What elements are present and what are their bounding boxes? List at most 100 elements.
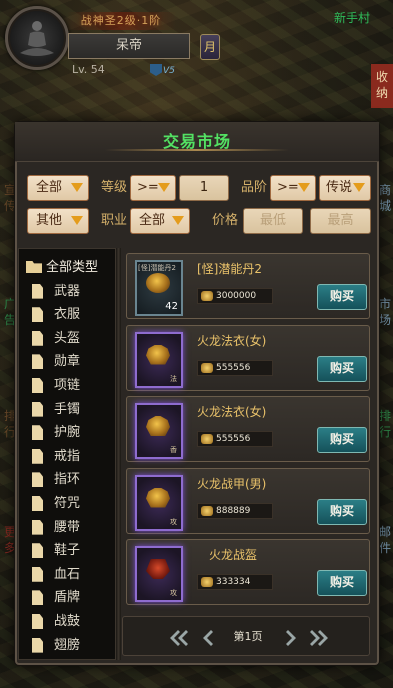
category-label: 腰带 — [54, 519, 81, 535]
buy-button[interactable]: 购买 — [317, 427, 367, 453]
buy-button[interactable]: 购买 — [317, 498, 367, 525]
file-icon — [32, 566, 43, 582]
job-filter-dropdown[interactable]: 全部 — [130, 208, 190, 234]
job-filter-value: 全部 — [139, 213, 166, 228]
file-icon — [32, 378, 43, 393]
category-item[interactable]: 武器 — [26, 282, 116, 302]
category-item[interactable]: 项链 — [26, 376, 116, 396]
chevron-left-icon — [203, 630, 213, 646]
armor-icon — [146, 416, 170, 436]
dropdown-arrow-icon — [298, 183, 310, 192]
file-icon — [32, 637, 43, 653]
price-min-input[interactable]: 最低 — [243, 208, 303, 234]
slot-tag: [怪]潜能丹2 — [138, 264, 176, 272]
double-chevron-left-icon — [170, 630, 188, 646]
side-label-right-2[interactable]: 市场 — [378, 296, 392, 328]
category-item[interactable]: 符咒 — [26, 494, 116, 514]
item-mark: 香 — [170, 446, 177, 454]
item-name: 火龙法衣(女) — [197, 405, 267, 419]
item-name: [怪]潜能丹2 — [197, 262, 262, 276]
quality-value-dropdown[interactable]: 传说 — [319, 175, 371, 201]
folder-icon — [26, 261, 42, 273]
bag-button[interactable]: 月 — [200, 34, 220, 60]
item-slot[interactable]: 香 — [135, 403, 183, 459]
gold-coin-icon — [201, 434, 213, 444]
armor-icon — [146, 487, 170, 508]
other-filter-dropdown[interactable]: 其他 — [27, 208, 89, 234]
file-icon — [32, 543, 43, 559]
price-label: 价格 — [212, 213, 239, 228]
category-label: 手镯 — [54, 401, 81, 417]
dropdown-arrow-icon — [353, 183, 365, 192]
title-underline — [105, 149, 289, 151]
item-slot[interactable]: 攻 — [135, 474, 183, 531]
category-item[interactable]: 手镯 — [26, 400, 116, 420]
title-badge: 战神圣2级·1阶 — [66, 12, 176, 30]
pagination-bar: 第1页 — [122, 616, 370, 656]
dropdown-arrow-icon — [172, 216, 184, 225]
dropdown-arrow-icon — [158, 183, 170, 192]
first-page-button[interactable] — [167, 627, 189, 649]
category-item[interactable]: 头盔 — [26, 329, 116, 349]
category-item[interactable]: 护腕 — [26, 423, 116, 443]
category-label: 头盔 — [54, 330, 81, 346]
market-item-card: 攻 火龙战甲(男) 888889 购买 — [126, 467, 370, 534]
level-operator-value: >= — [137, 180, 159, 195]
side-label-right-1[interactable]: 商城 — [378, 182, 392, 214]
category-label: 武器 — [54, 283, 81, 299]
gold-coin-icon — [201, 577, 213, 587]
category-item[interactable]: 腰带 — [26, 518, 116, 538]
type-filter-dropdown[interactable]: 全部 — [27, 175, 89, 201]
category-item[interactable]: 盾牌 — [26, 588, 116, 608]
item-name: 火龙法衣(女) — [197, 333, 267, 348]
category-item[interactable]: 戒指 — [26, 447, 116, 467]
quality-label: 品阶 — [241, 180, 268, 195]
buy-button[interactable]: 购买 — [317, 284, 367, 310]
collapse-tab[interactable]: 收纳 — [371, 64, 393, 108]
quality-operator-dropdown[interactable]: >= — [270, 175, 316, 201]
level-operator-dropdown[interactable]: >= — [130, 175, 176, 201]
price-max-input[interactable]: 最高 — [310, 208, 371, 234]
item-slot[interactable]: 攻 — [135, 546, 183, 602]
side-label-right-4[interactable]: 邮件 — [378, 524, 392, 556]
category-item[interactable]: 翅膀 — [26, 636, 116, 656]
category-label: 符咒 — [54, 496, 81, 511]
buy-button[interactable]: 购买 — [317, 355, 367, 382]
category-label: 血石 — [54, 566, 81, 582]
last-page-button[interactable] — [309, 627, 331, 649]
category-item[interactable]: 血石 — [26, 565, 116, 585]
side-label-right-3[interactable]: 排行 — [378, 408, 392, 440]
category-label: 戒指 — [54, 448, 81, 464]
gold-coin-icon — [201, 291, 213, 301]
collapse-tab-label: 收纳 — [375, 70, 388, 100]
item-slot[interactable]: 法 — [135, 331, 183, 388]
item-price: 888889 — [197, 502, 273, 519]
category-item[interactable]: 衣服 — [26, 305, 116, 325]
category-label: 全部类型 — [46, 260, 99, 275]
next-page-button[interactable] — [280, 627, 302, 649]
market-title: 交易市场 — [162, 132, 231, 151]
item-price: 555556 — [197, 359, 273, 376]
category-item[interactable]: 勋章 — [26, 352, 116, 372]
player-level: Lv. 54 — [72, 63, 105, 76]
file-icon — [32, 496, 43, 511]
gold-coin-icon — [201, 362, 213, 373]
item-count: 42 — [165, 301, 178, 312]
buy-button[interactable]: 购买 — [317, 570, 367, 596]
file-icon — [32, 354, 43, 370]
price-value: 888889 — [216, 505, 251, 516]
double-chevron-right-icon — [310, 630, 328, 646]
player-avatar[interactable] — [5, 6, 69, 70]
prev-page-button[interactable] — [197, 627, 219, 649]
category-all[interactable]: 全部类型 — [26, 258, 116, 278]
file-icon — [32, 519, 43, 535]
item-slot[interactable]: [怪]潜能丹2 42 — [135, 260, 183, 316]
category-item[interactable]: 鞋子 — [26, 541, 116, 561]
list-scrollbar[interactable] — [116, 248, 121, 660]
category-item[interactable]: 战鼓 — [26, 612, 116, 632]
file-icon — [32, 425, 43, 441]
category-item[interactable]: 指环 — [26, 470, 116, 490]
level-value-input[interactable]: 1 — [179, 175, 229, 201]
location-name: 新手村 — [334, 11, 371, 25]
category-label: 衣服 — [54, 307, 81, 323]
